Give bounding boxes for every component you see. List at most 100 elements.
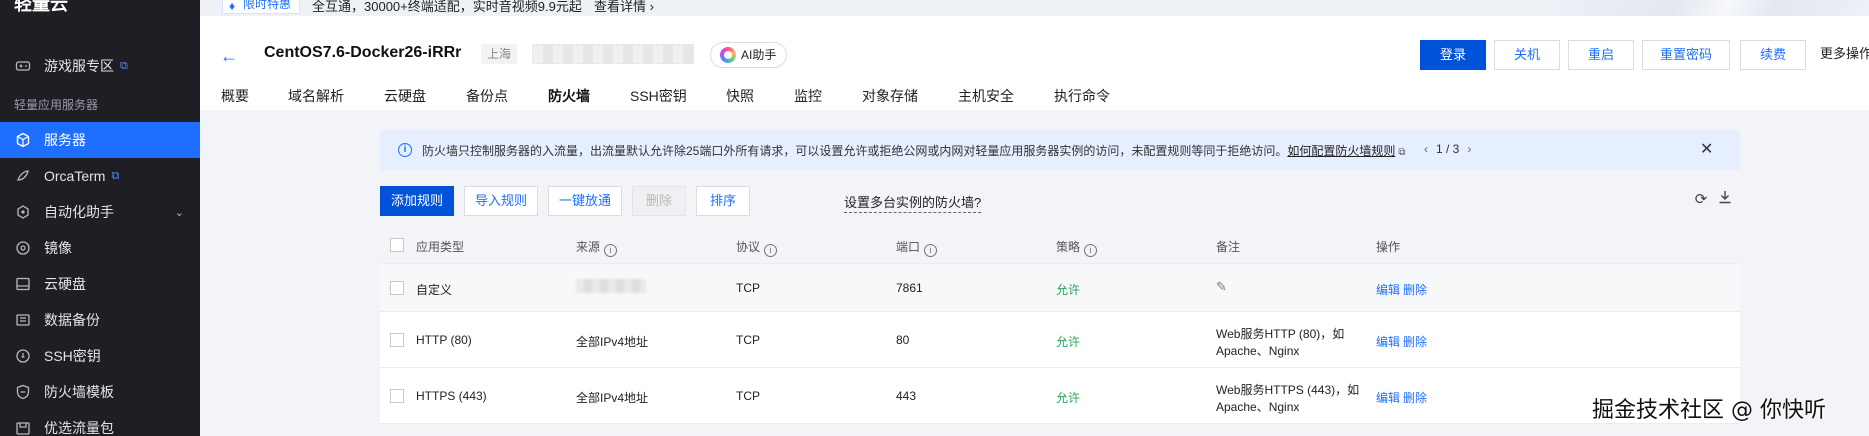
rule-protocol: TCP [736,333,760,347]
image-disc-icon [14,239,32,257]
sidebar-item-game-server[interactable]: 游戏服专区 ⧉ [0,48,200,84]
edit-rule-link[interactable]: 编辑 [1376,281,1400,298]
column-header: 来源 i [576,238,618,257]
sidebar-item-server[interactable]: 服务器 [0,122,200,158]
help-icon[interactable]: i [604,244,618,257]
rule-protocol: TCP [736,389,760,403]
sidebar-item-cloud-disk[interactable]: 云硬盘 [0,266,200,302]
ai-assistant-button[interactable]: AI助手 [710,42,788,68]
one-click-open-button[interactable]: 一键放通 [548,186,622,216]
restart-button[interactable]: 重启 [1568,40,1634,70]
sidebar-item-label: 游戏服专区 [44,58,114,74]
watermark-text: 掘金技术社区 @ 你快听 [1592,398,1826,423]
table-header: 应用类型 来源 i 协议 i 端口 i 策略 i 备注 操作 [380,226,1740,264]
tab-overview[interactable]: 概要 [221,86,249,106]
shield-icon [14,383,32,401]
tab-cloud-disk[interactable]: 云硬盘 [384,86,426,106]
external-link-icon: ⧉ [1398,147,1406,158]
sidebar-item-label: 自动化助手 [44,204,114,220]
terminal-icon [14,167,32,185]
sort-button[interactable]: 排序 [696,186,750,216]
column-header: 备注 [1216,240,1241,254]
sidebar-item-firewall-template[interactable]: 防火墙模板 [0,374,200,410]
chevron-down-icon: ⌄ [174,206,184,219]
delete-rule-link[interactable]: 删除 [1403,333,1427,350]
rule-note-line2: Apache、Nginx [1216,400,1300,414]
rule-note-line1: Web服务HTTP (80)，如 [1216,327,1345,341]
rule-source: 全部IPv4地址 [576,391,649,405]
chevron-left-icon[interactable]: ‹ [1424,142,1428,156]
promo-text: 全互通，30000+终端适配，实时音视频9.9元起 [312,0,582,14]
tab-ssh-key[interactable]: SSH密钥 [630,86,687,106]
sidebar-item-automation[interactable]: 自动化助手 ⌄ [0,194,200,230]
row-checkbox[interactable] [390,389,404,403]
sidebar-item-ssh-key[interactable]: SSH密钥 [0,338,200,374]
promo-badge: ♦ 限时特惠 [222,0,301,14]
tab-monitoring[interactable]: 监控 [794,86,822,106]
external-link-icon: ⧉ [120,59,128,72]
reset-password-button[interactable]: 重置密码 [1642,40,1730,70]
flame-icon: ♦ [229,0,236,13]
gamepad-icon [14,57,32,75]
import-rule-button[interactable]: 导入规则 [464,186,538,216]
row-checkbox[interactable] [390,281,404,295]
sidebar-item-backup[interactable]: 数据备份 [0,302,200,338]
sidebar-item-traffic-package[interactable]: 优选流量包 [0,410,200,436]
cloud-disk-icon [14,275,32,293]
delete-rule-link[interactable]: 删除 [1403,389,1427,406]
row-checkbox[interactable] [390,333,404,347]
notice-message: 防火墙只控制服务器的入流量，出流量默认允许除25端口外所有请求，可以设置允许或拒… [422,144,1406,158]
automation-icon [14,203,32,221]
refresh-icon[interactable]: ⟳ [1692,190,1710,208]
multi-instance-firewall-link[interactable]: 设置多台实例的防火墙? [844,192,982,213]
sidebar-item-label: OrcaTerm [44,168,106,184]
tab-snapshot[interactable]: 快照 [726,86,754,106]
rule-port: 7861 [896,281,923,295]
rule-type: 自定义 [416,283,453,297]
column-header: 端口 i [896,238,938,257]
close-icon[interactable]: ✕ [1700,139,1713,159]
help-icon[interactable]: i [924,244,938,257]
firewall-notice: i 防火墙只控制服务器的入流量，出流量默认允许除25端口外所有请求，可以设置允许… [380,130,1740,170]
tab-backup-points[interactable]: 备份点 [466,86,508,106]
tab-dns[interactable]: 域名解析 [288,86,344,106]
brand-logo: 轻量云 [14,0,68,14]
server-cube-icon [14,131,32,149]
edit-rule-link[interactable]: 编辑 [1376,333,1400,350]
delete-button[interactable]: 删除 [632,186,686,216]
column-header: 策略 i [1056,238,1098,257]
column-header: 应用类型 [416,240,465,254]
tab-host-security[interactable]: 主机安全 [958,86,1014,106]
sidebar-item-orcaterm[interactable]: OrcaTerm ⧉ [0,158,200,194]
login-button[interactable]: 登录 [1420,40,1486,70]
promo-detail-link[interactable]: 查看详情 › [594,0,654,15]
tab-firewall[interactable]: 防火墙 [548,86,590,114]
select-all-checkbox[interactable] [390,238,404,252]
edit-note-pencil-icon[interactable]: ✎ [1216,279,1227,295]
sidebar-item-label: 优选流量包 [44,420,114,436]
sidebar-section-label: 轻量应用服务器 [14,98,99,112]
chevron-right-icon[interactable]: › [1467,142,1471,156]
help-icon[interactable]: i [764,244,778,257]
edit-rule-link[interactable]: 编辑 [1376,389,1400,406]
download-icon[interactable] [1716,190,1734,208]
help-icon[interactable]: i [1084,244,1098,257]
rule-source: 全部IPv4地址 [576,335,649,349]
more-actions-button[interactable]: 更多操作 [1814,40,1869,70]
tab-object-storage[interactable]: 对象存储 [862,86,918,106]
sidebar-item-image[interactable]: 镜像 [0,230,200,266]
rule-port: 80 [896,333,910,347]
add-rule-button[interactable]: 添加规则 [380,186,454,216]
firewall-help-link[interactable]: 如何配置防火墙规则 [1287,144,1395,158]
package-icon [14,419,32,436]
promo-banner: ♦ 限时特惠 全互通，30000+终端适配，实时音视频9.9元起 查看详情 › [200,0,1869,16]
back-arrow-icon[interactable]: ← [220,46,238,67]
instance-title: CentOS7.6-Docker26-iRRr [264,44,462,61]
shutdown-button[interactable]: 关机 [1494,40,1560,70]
renew-button[interactable]: 续费 [1740,40,1806,70]
region-badge: 上海 [481,44,518,64]
delete-rule-link[interactable]: 删除 [1403,281,1427,298]
ai-sparkle-icon [720,47,736,63]
tab-run-command[interactable]: 执行命令 [1054,86,1110,106]
column-header: 操作 [1376,240,1401,254]
